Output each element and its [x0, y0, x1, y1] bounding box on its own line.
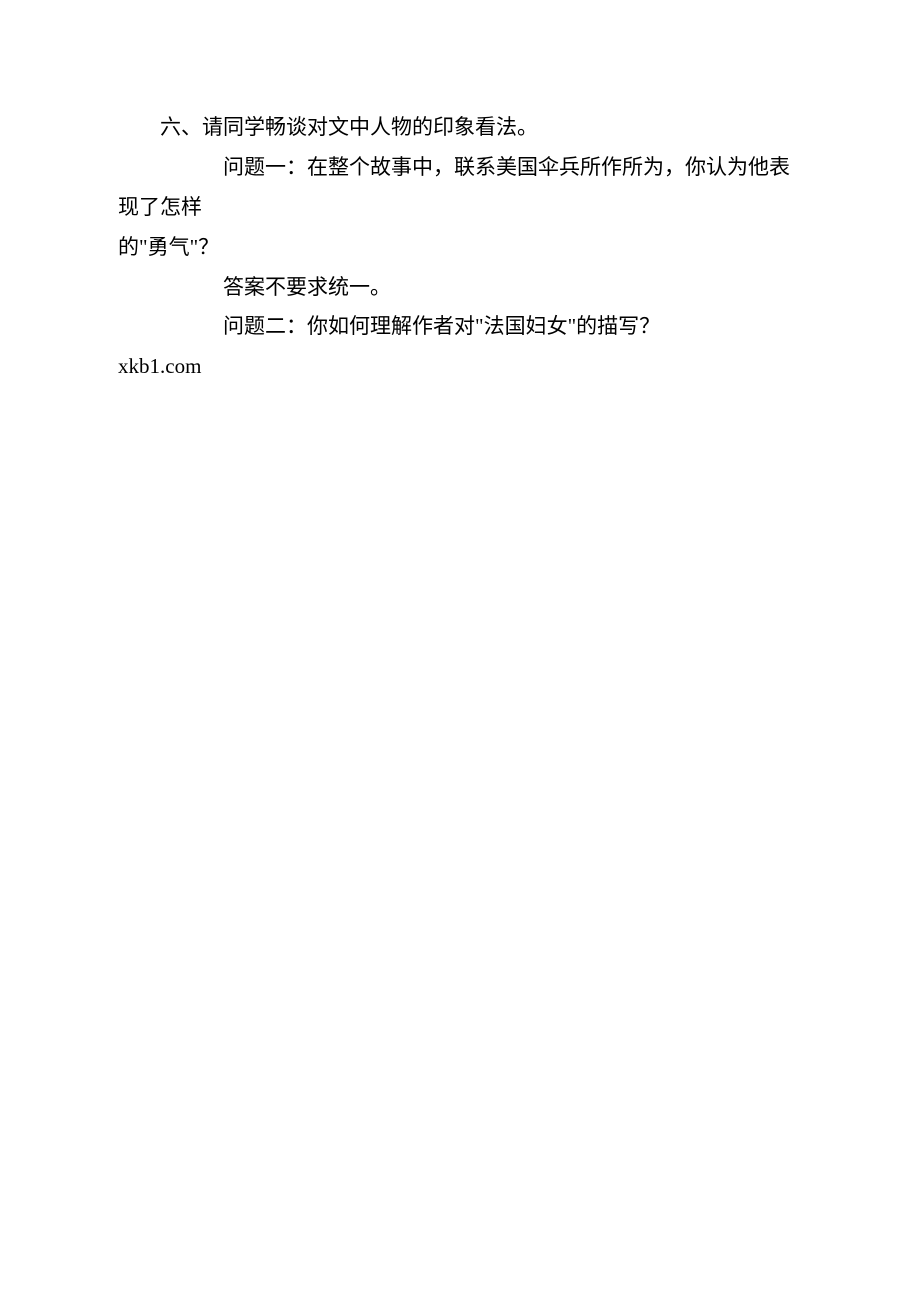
question-two: 问题二：你如何理解作者对"法国妇女"的描写？ — [118, 307, 802, 347]
question-one-line1: 问题一：在整个故事中，联系美国伞兵所作所为，你认为他表现了怎样 — [118, 148, 802, 228]
footer-text: xkb1.com — [118, 347, 802, 387]
document-page: 六、请同学畅谈对文中人物的印象看法。 问题一：在整个故事中，联系美国伞兵所作所为… — [0, 0, 920, 387]
section-heading: 六、请同学畅谈对文中人物的印象看法。 — [118, 108, 802, 148]
question-one-line2: 的"勇气"？ — [118, 228, 802, 268]
answer-line: 答案不要求统一。 — [118, 268, 802, 308]
